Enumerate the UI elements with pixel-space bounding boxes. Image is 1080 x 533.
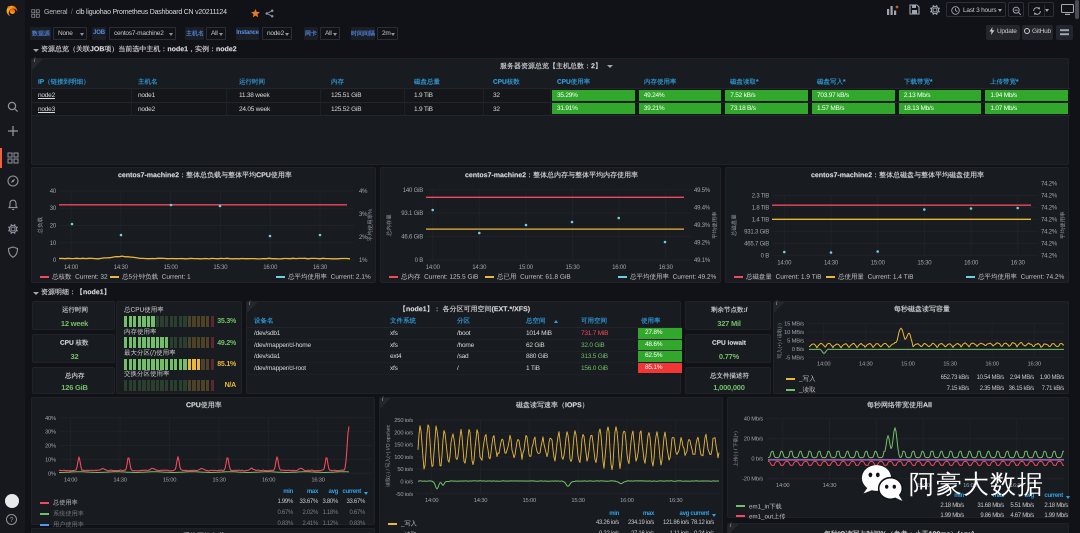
svg-text:0 B: 0 B <box>415 258 424 264</box>
svg-text:10%: 10% <box>45 457 56 463</box>
svg-text:0 B: 0 B <box>761 253 770 259</box>
svg-text:16:00: 16:00 <box>612 265 627 271</box>
svg-text:465.7 GiB: 465.7 GiB <box>744 241 769 247</box>
svg-text:74.2%: 74.2% <box>1041 217 1058 223</box>
svg-text:16:00: 16:00 <box>262 478 276 484</box>
svg-text:14:00: 14:00 <box>64 478 78 484</box>
svg-text:14:00: 14:00 <box>777 260 792 266</box>
svg-text:49.5%: 49.5% <box>694 188 711 194</box>
svg-text:14:30: 14:30 <box>474 498 488 504</box>
svg-text:1.4 TiB: 1.4 TiB <box>752 217 769 223</box>
svg-text:250 io/s: 250 io/s <box>394 418 413 424</box>
svg-text:14:30: 14:30 <box>859 362 873 368</box>
svg-text:14:00: 14:00 <box>64 265 79 271</box>
svg-text:16:30: 16:30 <box>313 265 328 271</box>
svg-text:74.2%: 74.2% <box>1041 193 1058 199</box>
svg-text:30: 30 <box>50 206 57 212</box>
svg-text:14:30: 14:30 <box>114 265 129 271</box>
svg-text:40 Mb/s: 40 Mb/s <box>744 417 764 423</box>
svg-text:16:30: 16:30 <box>669 498 683 504</box>
svg-text:40: 40 <box>50 189 57 195</box>
svg-text:16:30: 16:30 <box>311 478 325 484</box>
svg-text:15:00: 15:00 <box>871 260 886 266</box>
svg-text:0%: 0% <box>48 471 56 477</box>
svg-text:14:00: 14:00 <box>426 265 441 271</box>
svg-text:10 MB/s: 10 MB/s <box>784 330 804 336</box>
svg-text:50 io/s: 50 io/s <box>397 467 413 473</box>
svg-text:93.1 GiB: 93.1 GiB <box>401 211 423 217</box>
svg-text:15:00: 15:00 <box>164 265 179 271</box>
svg-text:74.2%: 74.2% <box>1041 253 1058 259</box>
svg-text:10: 10 <box>50 241 57 247</box>
svg-text:74.2%: 74.2% <box>1041 181 1058 187</box>
svg-text:20: 20 <box>50 224 57 230</box>
svg-text:14:00: 14:00 <box>817 362 831 368</box>
svg-text:15:30: 15:30 <box>212 478 226 484</box>
svg-text:30%: 30% <box>45 430 56 436</box>
svg-text:931.3 GiB: 931.3 GiB <box>744 229 769 235</box>
svg-text:49.4%: 49.4% <box>694 206 711 212</box>
svg-text:100 io/s: 100 io/s <box>394 455 413 461</box>
svg-text:74.2%: 74.2% <box>1041 241 1058 247</box>
svg-text:-20 Mb/s: -20 Mb/s <box>742 477 763 483</box>
svg-text:14:30: 14:30 <box>824 260 839 266</box>
svg-text:4%: 4% <box>359 189 368 195</box>
svg-text:0 B/s: 0 B/s <box>792 347 805 353</box>
svg-text:15:00: 15:00 <box>523 498 537 504</box>
svg-text:15:30: 15:30 <box>565 265 580 271</box>
svg-text:15:30: 15:30 <box>571 498 585 504</box>
svg-text:49.3%: 49.3% <box>694 223 711 229</box>
svg-text:16:30: 16:30 <box>1011 260 1026 266</box>
svg-text:16:30: 16:30 <box>1027 362 1041 368</box>
svg-text:46.6 GiB: 46.6 GiB <box>401 235 423 241</box>
svg-text:20 Mb/s: 20 Mb/s <box>744 437 764 443</box>
svg-text:20%: 20% <box>45 444 56 450</box>
svg-text:15:00: 15:00 <box>163 478 177 484</box>
svg-text:1.8 TiB: 1.8 TiB <box>752 206 769 212</box>
svg-text:74.2%: 74.2% <box>1041 229 1058 235</box>
svg-text:74.2%: 74.2% <box>1041 206 1058 212</box>
svg-text:15:30: 15:30 <box>213 265 228 271</box>
svg-text:49.1%: 49.1% <box>694 258 711 264</box>
svg-text:16:00: 16:00 <box>964 260 979 266</box>
svg-text:-50 io/s: -50 io/s <box>396 492 414 498</box>
svg-text:49.2%: 49.2% <box>694 241 711 247</box>
svg-text:0 b/s: 0 b/s <box>751 457 763 463</box>
svg-text:15:00: 15:00 <box>519 265 534 271</box>
svg-text:15:30: 15:30 <box>917 260 932 266</box>
svg-text:16:30: 16:30 <box>659 265 674 271</box>
svg-text:16:00: 16:00 <box>985 362 999 368</box>
svg-text:16:00: 16:00 <box>620 498 634 504</box>
svg-text:14:30: 14:30 <box>823 483 837 489</box>
svg-text:200 io/s: 200 io/s <box>394 430 413 436</box>
svg-text:14:00: 14:00 <box>776 483 790 489</box>
svg-text:0: 0 <box>53 258 57 264</box>
svg-text:15:30: 15:30 <box>943 362 957 368</box>
svg-text:16:00: 16:00 <box>263 265 278 271</box>
svg-text:14:00: 14:00 <box>425 498 439 504</box>
svg-text:14:30: 14:30 <box>472 265 487 271</box>
svg-text:140 GiB: 140 GiB <box>403 188 423 194</box>
svg-text:5 MB/s: 5 MB/s <box>787 339 804 345</box>
svg-text:14:30: 14:30 <box>113 478 127 484</box>
svg-text:1%: 1% <box>359 258 368 264</box>
svg-text:15 MB/s: 15 MB/s <box>784 322 804 328</box>
svg-text:0 io/s: 0 io/s <box>400 480 413 486</box>
svg-text:150 io/s: 150 io/s <box>394 443 413 449</box>
svg-text:2.3 TiB: 2.3 TiB <box>752 193 769 199</box>
svg-text:15:00: 15:00 <box>901 362 915 368</box>
svg-text:40%: 40% <box>45 416 56 422</box>
svg-text:-5 MB/s: -5 MB/s <box>785 356 804 362</box>
